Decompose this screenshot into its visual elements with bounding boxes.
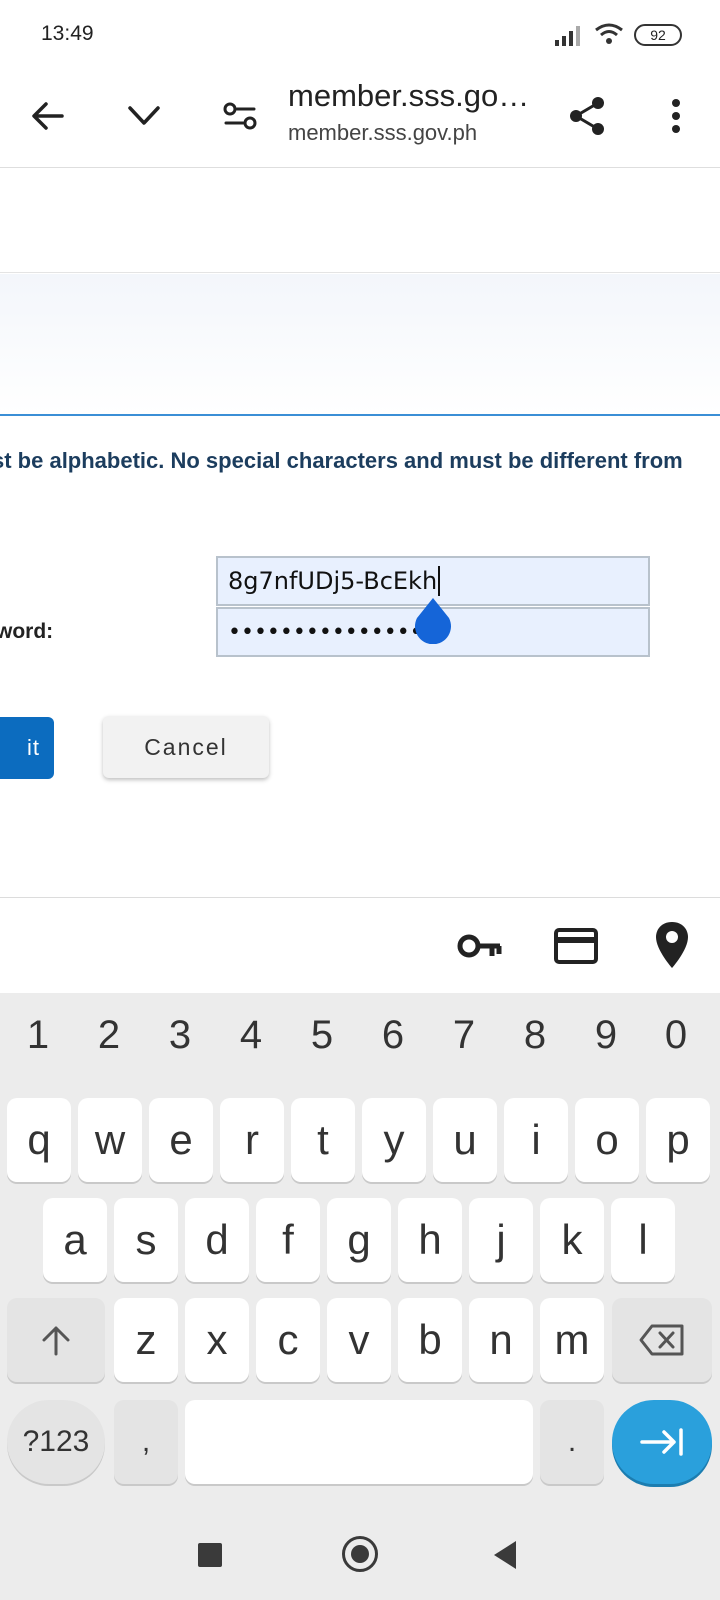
period-key[interactable]: . xyxy=(540,1400,604,1484)
key-u[interactable]: u xyxy=(433,1098,497,1182)
key-0[interactable]: 0 xyxy=(656,1013,696,1058)
comma-key[interactable]: , xyxy=(114,1400,178,1484)
key-d[interactable]: d xyxy=(185,1198,249,1282)
tab-next-icon xyxy=(640,1428,683,1456)
password-hint: st be alphabetic. No special characters … xyxy=(0,448,683,473)
location-pin-icon[interactable] xyxy=(652,920,692,970)
symbols-key[interactable]: ?123 xyxy=(7,1400,105,1484)
new-password-value: 8g7nfUDj5-BcEkh xyxy=(228,567,438,595)
key-n[interactable]: n xyxy=(469,1298,533,1382)
key-g[interactable]: g xyxy=(327,1198,391,1282)
site-settings-icon[interactable] xyxy=(212,88,268,144)
nav-back-icon[interactable] xyxy=(494,1541,516,1569)
key-6[interactable]: 6 xyxy=(373,1013,413,1058)
key-5[interactable]: 5 xyxy=(302,1013,342,1058)
divider-line xyxy=(0,414,720,416)
key-icon[interactable] xyxy=(456,924,504,968)
share-icon[interactable] xyxy=(560,88,616,144)
key-w[interactable]: w xyxy=(78,1098,142,1182)
url-text[interactable]: member.sss.gov.ph xyxy=(288,120,477,146)
next-key[interactable] xyxy=(612,1400,712,1484)
key-b[interactable]: b xyxy=(398,1298,462,1382)
wifi-icon xyxy=(595,23,623,44)
browser-toolbar: member.sss.go… member.sss.gov.ph xyxy=(0,68,720,168)
more-options-icon[interactable] xyxy=(648,88,704,144)
key-9[interactable]: 9 xyxy=(586,1013,626,1058)
battery-indicator: 92 xyxy=(634,24,682,46)
shift-arrow-icon xyxy=(42,1326,70,1356)
system-nav-bar xyxy=(0,1505,720,1600)
key-1[interactable]: 1 xyxy=(18,1013,58,1058)
text-caret xyxy=(438,566,441,596)
key-v[interactable]: v xyxy=(327,1298,391,1382)
key-a[interactable]: a xyxy=(43,1198,107,1282)
key-3[interactable]: 3 xyxy=(160,1013,200,1058)
chevron-down-icon[interactable] xyxy=(116,88,172,144)
key-l[interactable]: l xyxy=(611,1198,675,1282)
key-e[interactable]: e xyxy=(149,1098,213,1182)
submit-button[interactable]: it xyxy=(0,717,54,779)
credit-card-icon[interactable] xyxy=(552,924,600,968)
page-banner xyxy=(0,274,720,414)
key-p[interactable]: p xyxy=(646,1098,710,1182)
key-h[interactable]: h xyxy=(398,1198,462,1282)
space-key[interactable] xyxy=(185,1400,533,1484)
page-title[interactable]: member.sss.go… xyxy=(288,78,529,114)
status-bar: 13:49 92 xyxy=(0,0,720,68)
key-i[interactable]: i xyxy=(504,1098,568,1182)
backspace-icon xyxy=(639,1324,684,1356)
key-o[interactable]: o xyxy=(575,1098,639,1182)
confirm-password-label: word: xyxy=(0,620,54,643)
key-8[interactable]: 8 xyxy=(515,1013,555,1058)
number-row: 1 2 3 4 5 6 7 8 9 0 xyxy=(0,993,720,1079)
page-header-band xyxy=(0,169,720,273)
soft-keyboard: 1 2 3 4 5 6 7 8 9 0 q w e r t y u i o p … xyxy=(0,993,720,1505)
key-y[interactable]: y xyxy=(362,1098,426,1182)
autofill-bar xyxy=(0,897,720,993)
key-7[interactable]: 7 xyxy=(444,1013,484,1058)
key-x[interactable]: x xyxy=(185,1298,249,1382)
backspace-key[interactable] xyxy=(612,1298,712,1382)
signal-icon xyxy=(555,26,580,46)
home-icon[interactable] xyxy=(342,1536,378,1572)
confirm-password-value: ••••••••••••••• xyxy=(228,619,423,645)
recents-icon[interactable] xyxy=(198,1543,222,1567)
shift-key[interactable] xyxy=(7,1298,105,1382)
key-j[interactable]: j xyxy=(469,1198,533,1282)
status-time: 13:49 xyxy=(41,22,94,45)
key-q[interactable]: q xyxy=(7,1098,71,1182)
back-arrow-icon[interactable] xyxy=(20,88,76,144)
key-m[interactable]: m xyxy=(540,1298,604,1382)
key-k[interactable]: k xyxy=(540,1198,604,1282)
key-2[interactable]: 2 xyxy=(89,1013,129,1058)
key-c[interactable]: c xyxy=(256,1298,320,1382)
key-t[interactable]: t xyxy=(291,1098,355,1182)
text-selection-handle-icon[interactable] xyxy=(413,598,453,644)
key-f[interactable]: f xyxy=(256,1198,320,1282)
key-r[interactable]: r xyxy=(220,1098,284,1182)
home-icon-inner xyxy=(351,1545,369,1563)
key-4[interactable]: 4 xyxy=(231,1013,271,1058)
key-s[interactable]: s xyxy=(114,1198,178,1282)
key-z[interactable]: z xyxy=(114,1298,178,1382)
cancel-button[interactable]: Cancel xyxy=(103,716,269,778)
